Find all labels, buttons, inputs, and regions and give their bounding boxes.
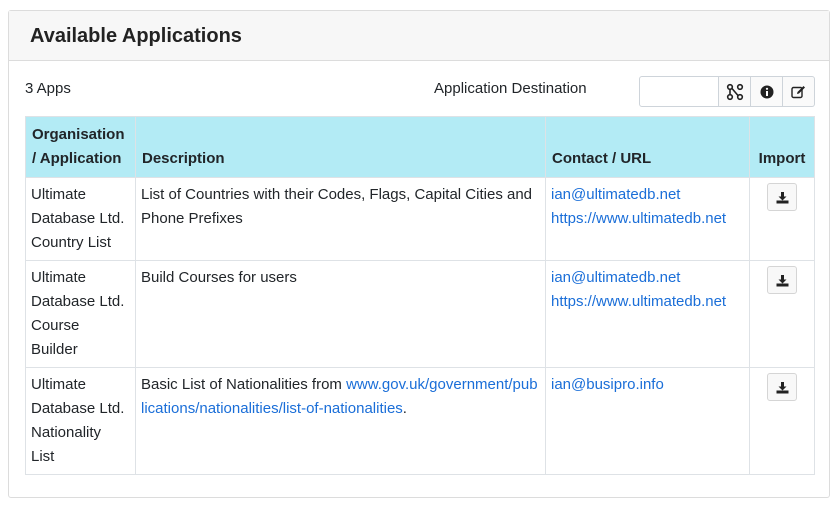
import-cell (749, 367, 815, 475)
card-header: Available Applications (9, 11, 829, 61)
org-line: List (31, 448, 55, 465)
info-button[interactable] (751, 76, 783, 107)
org-line: Course (31, 317, 80, 334)
email-link[interactable]: ian@ultimatedb.net (551, 183, 744, 207)
description-suffix: . (402, 400, 407, 417)
import-button[interactable] (767, 373, 797, 401)
column-header-contact: Contact / URL (545, 116, 750, 178)
applications-table: Organisation / Application Description C… (25, 116, 815, 475)
org-line: Database Ltd. (31, 400, 125, 417)
edit-button[interactable] (783, 76, 815, 107)
column-header-import: Import (749, 116, 815, 178)
org-line: Country List (31, 234, 112, 251)
destination-group (639, 76, 815, 107)
description-cell: Basic List of Nationalities from www.gov… (135, 367, 546, 475)
org-line: Ultimate (31, 186, 87, 203)
org-cell: Ultimate Database Ltd. Nationality List (25, 367, 136, 475)
org-line: Ultimate (31, 376, 87, 393)
destination-label: Application Destination (434, 80, 587, 97)
contact-cell: ian@ultimatedb.net https://www.ultimated… (545, 177, 750, 261)
table-row: Ultimate Database Ltd. Nationality List … (25, 367, 815, 475)
contact-cell: ian@ultimatedb.net https://www.ultimated… (545, 260, 750, 368)
header-org-line2: / Application (32, 150, 122, 167)
org-line: Database Ltd. (31, 293, 125, 310)
table-row: Ultimate Database Ltd. Course Builder Bu… (25, 260, 815, 368)
url-link[interactable]: https://www.ultimatedb.net (551, 207, 744, 231)
import-button[interactable] (767, 183, 797, 211)
import-cell (749, 260, 815, 368)
import-button[interactable] (767, 266, 797, 294)
description-cell: List of Countries with their Codes, Flag… (135, 177, 546, 261)
column-header-organisation: Organisation / Application (25, 116, 136, 178)
contact-cell: ian@busipro.info (545, 367, 750, 475)
org-cell: Ultimate Database Ltd. Course Builder (25, 260, 136, 368)
org-line: Nationality (31, 424, 102, 441)
table-header-row: Organisation / Application Description C… (25, 116, 815, 178)
page-title: Available Applications (30, 24, 242, 47)
edit-icon (791, 85, 805, 98)
org-line: Database Ltd. (31, 210, 125, 227)
apps-count: 3 Apps (25, 80, 71, 97)
import-cell (749, 177, 815, 261)
description-cell: Build Courses for users (135, 260, 546, 368)
column-header-description: Description (135, 116, 546, 178)
org-line: Ultimate (31, 269, 87, 286)
org-line: Builder (31, 341, 78, 358)
table-row: Ultimate Database Ltd. Country List List… (25, 177, 815, 261)
email-link[interactable]: ian@busipro.info (551, 373, 744, 397)
destination-picker-button[interactable] (719, 76, 751, 107)
download-icon (776, 381, 788, 393)
header-org-line1: Organisation (32, 126, 125, 143)
info-circle-icon (760, 85, 773, 98)
description-text: Basic List of Nationalities from (141, 376, 342, 393)
url-link[interactable]: https://www.ultimatedb.net (551, 290, 744, 314)
email-link[interactable]: ian@ultimatedb.net (551, 266, 744, 290)
org-cell: Ultimate Database Ltd. Country List (25, 177, 136, 261)
download-icon (776, 191, 788, 203)
download-icon (776, 274, 788, 286)
destination-input[interactable] (639, 76, 719, 107)
sitemap-icon (726, 83, 743, 100)
